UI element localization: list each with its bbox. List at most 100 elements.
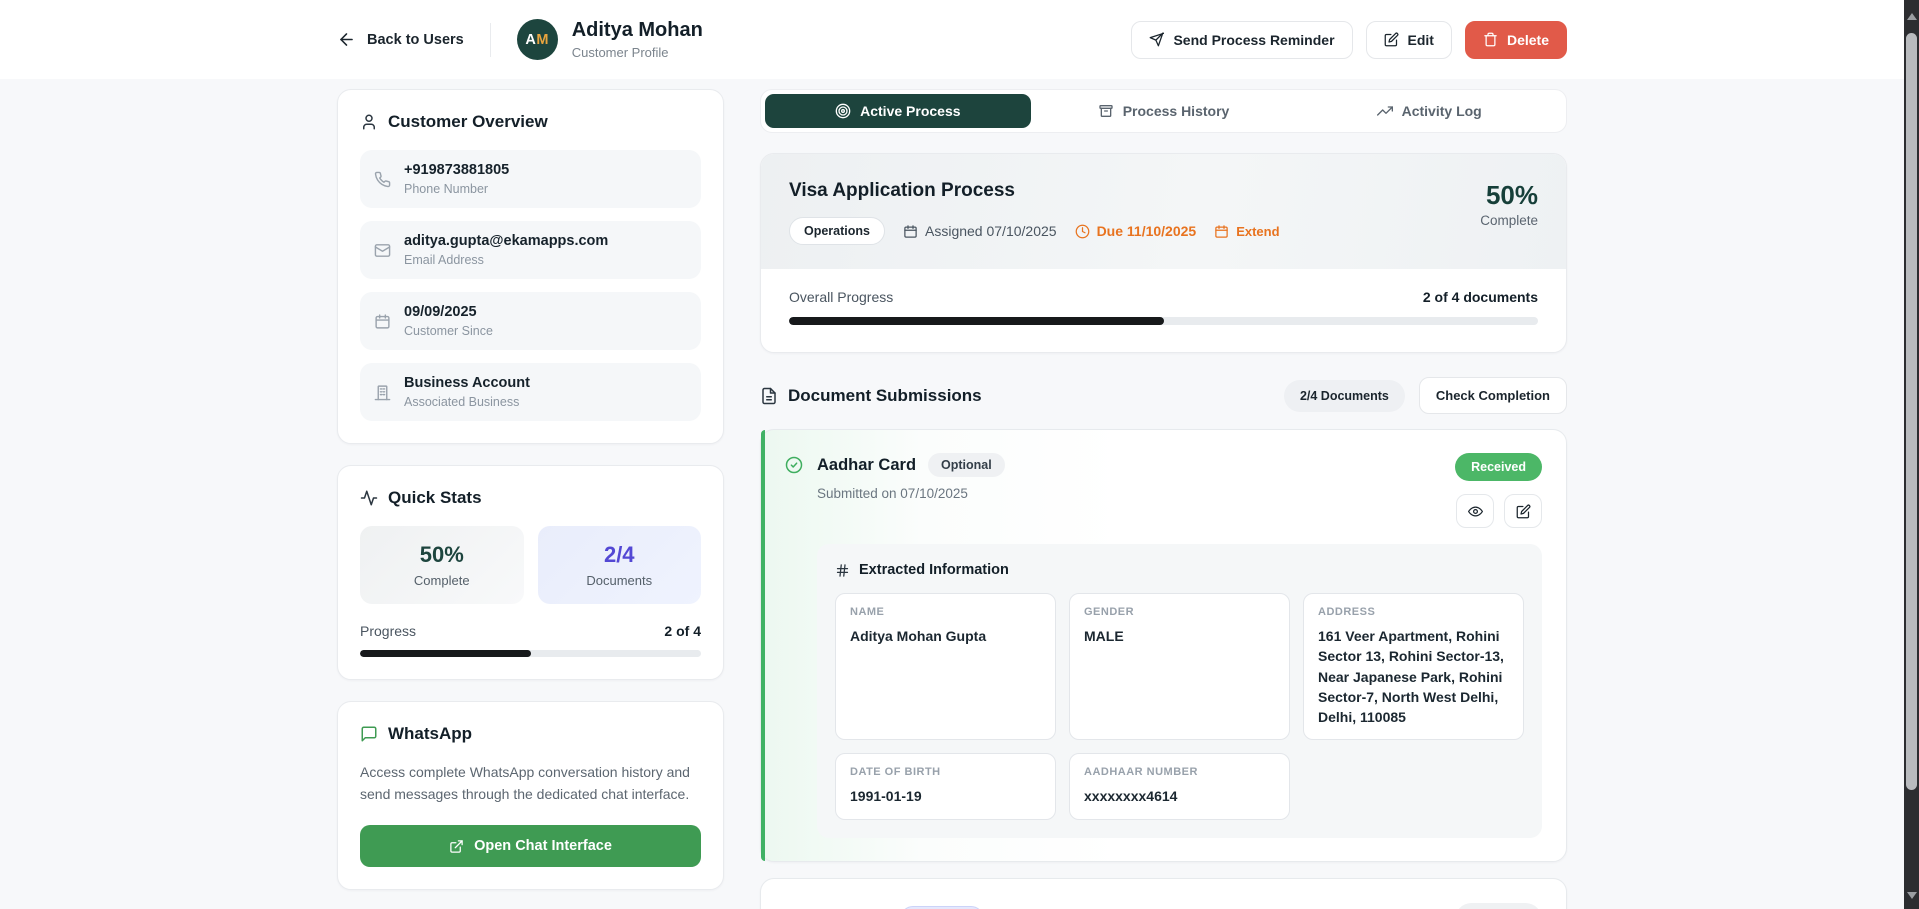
phone-value: +919873881805 <box>404 162 509 178</box>
view-document-button[interactable] <box>1456 494 1494 528</box>
document-submissions-header: Document Submissions 2/4 Documents Check… <box>760 377 1567 414</box>
customer-since-label: Customer Since <box>404 324 493 338</box>
tab-label: Active Process <box>860 103 960 119</box>
sidebar-progress-bar <box>360 650 701 657</box>
field-label: AADHAAR NUMBER <box>1084 766 1275 778</box>
status-badge-pending: Pending <box>1455 903 1542 909</box>
overview-title: Customer Overview <box>388 112 548 132</box>
reminder-label: Send Process Reminder <box>1173 32 1334 48</box>
tab-label: Process History <box>1123 103 1230 119</box>
trash-icon <box>1483 32 1498 47</box>
field-label: GENDER <box>1084 606 1275 618</box>
extracted-title: Extracted Information <box>859 562 1009 578</box>
document-name: Aadhar Card <box>817 456 916 475</box>
send-icon <box>1149 32 1164 47</box>
due-date: Due 11/10/2025 <box>1075 223 1197 239</box>
delete-label: Delete <box>1507 32 1549 48</box>
phone-label: Phone Number <box>404 182 509 196</box>
phone-icon <box>374 171 391 188</box>
check-completion-button[interactable]: Check Completion <box>1419 377 1567 414</box>
tab-active-process[interactable]: Active Process <box>765 94 1031 128</box>
document-card-passport: Passport Required Pending <box>760 878 1567 909</box>
extend-button[interactable]: Extend <box>1214 224 1279 239</box>
field-value: MALE <box>1084 626 1275 646</box>
calendar-icon <box>903 224 918 239</box>
phone-info-item: +919873881805 Phone Number <box>360 150 701 208</box>
field-name: NAME Aditya Mohan Gupta <box>835 593 1056 740</box>
back-label: Back to Users <box>367 32 464 48</box>
process-percent-label: Complete <box>1480 213 1538 228</box>
mail-icon <box>374 242 391 259</box>
customer-overview-card: Customer Overview +919873881805 Phone Nu… <box>337 89 724 444</box>
stat-documents-value: 2/4 <box>548 542 692 568</box>
main-panel: Active Process Process History Activity … <box>760 89 1567 909</box>
process-percent: 50% <box>1480 180 1538 211</box>
top-bar: Back to Users AM Aditya Mohan Customer P… <box>0 0 1904 79</box>
optional-badge: Optional <box>928 453 1005 477</box>
business-label: Associated Business <box>404 395 530 409</box>
field-gender: GENDER MALE <box>1069 593 1290 740</box>
target-icon <box>835 103 851 119</box>
field-value: 1991-01-19 <box>850 786 1041 806</box>
open-chat-label: Open Chat Interface <box>474 838 612 854</box>
tab-activity-log[interactable]: Activity Log <box>1296 94 1562 128</box>
external-link-icon <box>449 839 464 854</box>
quick-stats-title: Quick Stats <box>388 488 482 508</box>
history-icon <box>1098 103 1114 119</box>
field-label: NAME <box>850 606 1041 618</box>
avatar-initial: M <box>536 32 549 48</box>
scrollbar-up-arrow-icon[interactable] <box>1904 8 1919 24</box>
field-aadhaar-number: AADHAAR NUMBER xxxxxxxx4614 <box>1069 753 1290 819</box>
assigned-label: Assigned 07/10/2025 <box>925 223 1057 239</box>
scrollbar-down-arrow-icon[interactable] <box>1904 887 1919 903</box>
check-circle-icon <box>785 456 803 474</box>
quick-stats-card: Quick Stats 50% Complete 2/4 Documents P… <box>337 465 724 680</box>
tab-process-history[interactable]: Process History <box>1031 94 1297 128</box>
back-to-users-button[interactable]: Back to Users <box>337 30 464 49</box>
calendar-icon <box>374 313 391 330</box>
avatar-initial: A <box>525 32 536 48</box>
edit-label: Edit <box>1408 32 1434 48</box>
avatar: AM <box>517 19 558 60</box>
visa-process-card: Visa Application Process Operations Assi… <box>760 153 1567 353</box>
tab-bar: Active Process Process History Activity … <box>760 89 1567 133</box>
submitted-date: Submitted on 07/10/2025 <box>817 486 1005 501</box>
stat-complete-value: 50% <box>370 542 514 568</box>
sidebar-progress-fill <box>360 650 531 657</box>
overall-progress-value: 2 of 4 documents <box>1423 289 1538 305</box>
overall-progress-bar <box>789 317 1538 325</box>
whatsapp-title: WhatsApp <box>388 724 472 744</box>
email-label: Email Address <box>404 253 608 267</box>
sidebar: Customer Overview +919873881805 Phone Nu… <box>337 89 724 890</box>
window-scrollbar[interactable] <box>1904 0 1919 909</box>
overall-progress-fill <box>789 317 1164 325</box>
scrollbar-thumb[interactable] <box>1906 33 1917 790</box>
delete-button[interactable]: Delete <box>1465 21 1567 59</box>
field-label: DATE OF BIRTH <box>850 766 1041 778</box>
edit-button[interactable]: Edit <box>1366 21 1452 59</box>
customer-since-value: 09/09/2025 <box>404 304 493 320</box>
progress-label: Progress <box>360 623 416 639</box>
field-address: ADDRESS 161 Veer Apartment, Rohini Secto… <box>1303 593 1524 740</box>
stat-documents-label: Documents <box>548 573 692 588</box>
open-chat-interface-button[interactable]: Open Chat Interface <box>360 825 701 867</box>
email-value: aditya.gupta@ekamapps.com <box>404 233 608 249</box>
stat-complete-label: Complete <box>370 573 514 588</box>
user-icon <box>360 113 378 131</box>
edit-icon <box>1516 504 1531 519</box>
edit-icon <box>1384 32 1399 47</box>
edit-document-button[interactable] <box>1504 494 1542 528</box>
document-card-aadhar: Aadhar Card Optional Submitted on 07/10/… <box>760 429 1567 862</box>
header-divider <box>490 23 491 57</box>
customer-since-info-item: 09/09/2025 Customer Since <box>360 292 701 350</box>
process-title: Visa Application Process <box>789 180 1280 202</box>
stat-documents: 2/4 Documents <box>538 526 702 604</box>
chat-bubble-icon <box>360 725 378 743</box>
whatsapp-card: WhatsApp Access complete WhatsApp conver… <box>337 701 724 890</box>
business-value: Business Account <box>404 375 530 391</box>
documents-count-badge: 2/4 Documents <box>1284 380 1405 412</box>
trending-up-icon <box>1377 103 1393 119</box>
send-process-reminder-button[interactable]: Send Process Reminder <box>1131 21 1352 59</box>
extend-label: Extend <box>1236 224 1279 239</box>
arrow-left-icon <box>337 30 356 49</box>
